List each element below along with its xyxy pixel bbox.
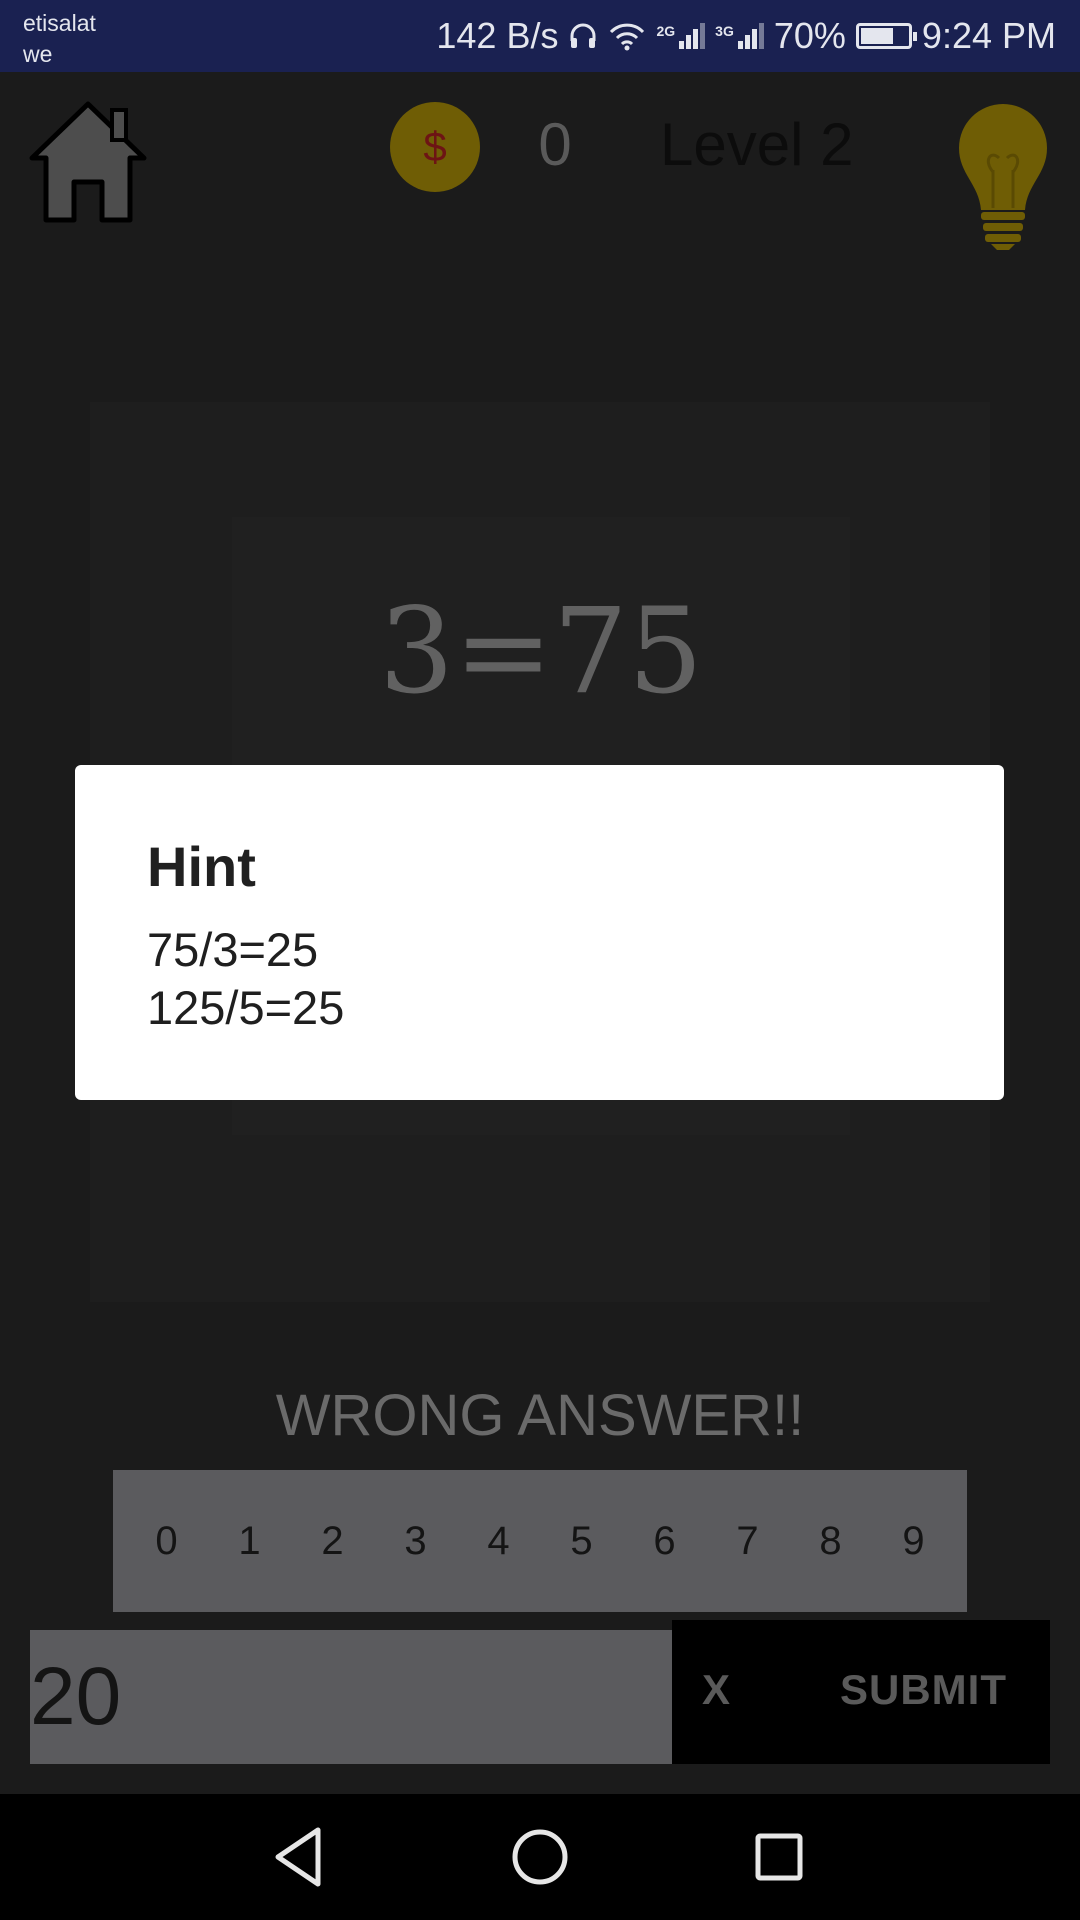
key-4[interactable]: 4 [469,1519,529,1564]
hint-button[interactable] [955,100,1051,252]
clock: 9:24 PM [921,15,1056,56]
dialog-body: 75/3=25 125/5=25 [147,921,1004,1037]
carrier-label: etisalat we [23,8,96,70]
battery-icon [855,23,917,49]
wifi-icon [610,23,645,51]
key-9[interactable]: 9 [884,1519,944,1564]
key-7[interactable]: 7 [718,1519,778,1564]
key-6[interactable]: 6 [635,1519,695,1564]
lightbulb-icon [959,104,1047,250]
key-8[interactable]: 8 [801,1519,861,1564]
hint-dialog: Hint 75/3=25 125/5=25 [75,765,1004,1100]
status-bar: etisalat we 142 B/s 2G 3G 70% 9:24 PM [0,0,1080,72]
network-speed: 142 B/s [436,15,559,56]
carrier-subname: we [23,41,53,67]
key-0[interactable]: 0 [137,1519,197,1564]
coin-count: 0 [538,111,572,178]
hint-line-1: 75/3=25 [147,923,319,976]
key-5[interactable]: 5 [552,1519,612,1564]
clear-button[interactable]: X [702,1666,730,1714]
navigation-bar [0,1794,1080,1920]
hint-line-2: 125/5=25 [147,981,345,1034]
home-icon [29,101,147,223]
back-icon[interactable] [266,1824,332,1890]
puzzle-equation: 3=75 [378,582,704,720]
submit-button[interactable]: SUBMIT [840,1666,1007,1714]
signal-2g-icon: 2G [656,23,706,49]
battery-percent: 70% [773,15,846,56]
status-indicators: 142 B/s 2G 3G 70% 9:24 PM [426,14,1056,58]
level-label: Level 2 [660,111,854,178]
key-1[interactable]: 1 [220,1519,280,1564]
coin-symbol: $ [423,123,447,170]
signal-3g-tag: 3G [715,23,734,39]
signal-3g-icon: 3G [715,23,764,49]
headphones-icon [570,23,596,48]
recents-icon[interactable] [746,1824,812,1890]
key-2[interactable]: 2 [303,1519,363,1564]
carrier-name: etisalat [23,10,96,36]
dialog-title: Hint [147,835,256,898]
battery-fill [860,28,893,44]
coin-icon: $ [390,102,480,192]
answer-actions: X SUBMIT [672,1620,1050,1764]
home-nav-icon[interactable] [507,1824,573,1890]
answer-field[interactable]: 20 [30,1630,672,1764]
home-button[interactable] [28,100,148,226]
signal-2g-tag: 2G [656,23,676,39]
number-keypad: 0 1 2 3 4 5 6 7 8 9 [113,1470,967,1612]
key-3[interactable]: 3 [386,1519,446,1564]
result-message: WRONG ANSWER!! [275,1383,805,1448]
